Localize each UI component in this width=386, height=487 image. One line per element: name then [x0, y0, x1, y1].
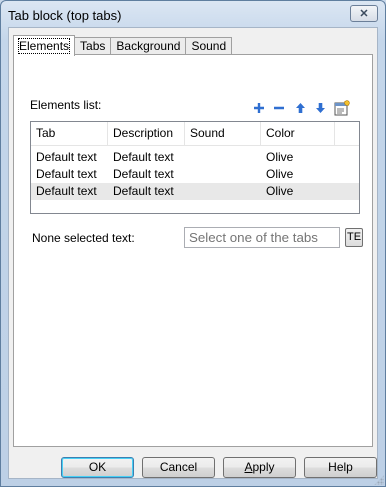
remove-icon[interactable] [272, 101, 286, 115]
cancel-button[interactable]: Cancel [142, 457, 215, 478]
add-icon[interactable] [252, 101, 266, 115]
cell-description: Default text [113, 167, 174, 181]
list-row[interactable]: Default text Default text Olive [31, 149, 359, 166]
none-selected-text-input[interactable] [184, 227, 340, 248]
cell-tab: Default text [36, 184, 97, 198]
cell-color: Olive [266, 167, 294, 181]
tab-elements[interactable]: Elements [13, 35, 76, 56]
tab-elements-label: Elements [17, 38, 71, 54]
close-icon: ✕ [359, 8, 369, 20]
list-row[interactable]: Default text Default text Olive [31, 166, 359, 183]
cell-sound [185, 149, 261, 166]
column-header-sound[interactable]: Sound [185, 122, 261, 145]
apply-button[interactable]: Apply [223, 457, 296, 478]
elements-list-label: Elements list: [30, 98, 102, 112]
column-header-description[interactable]: Description [108, 122, 185, 145]
close-button[interactable]: ✕ [350, 5, 378, 22]
properties-icon[interactable] [333, 99, 351, 116]
cell-color: Olive [266, 184, 294, 198]
elements-tab-panel: Elements list: Tab Description Sound Col… [13, 54, 373, 447]
tab-sound-label: Sound [191, 39, 227, 53]
tab-sound[interactable]: Sound [185, 37, 233, 55]
elements-list[interactable]: Tab Description Sound Color Default text… [30, 121, 360, 214]
none-selected-label: None selected text: [32, 231, 135, 245]
cell-tab: Default text [36, 150, 97, 164]
column-header-tab[interactable]: Tab [31, 122, 108, 145]
column-header-color[interactable]: Color [261, 122, 335, 145]
tab-background[interactable]: Background [110, 37, 187, 55]
cell-tab: Default text [36, 167, 97, 181]
list-row-selected[interactable]: Default text Default text Olive [31, 183, 359, 200]
tab-tabs-label: Tabs [80, 39, 106, 53]
dialog-window: Tab block (top tabs) ✕ Elements Tabs Bac… [0, 0, 386, 487]
tab-strip: Elements Tabs Background Sound [13, 35, 233, 56]
list-header: Tab Description Sound Color [31, 122, 359, 146]
cell-sound [185, 166, 261, 183]
cell-description: Default text [113, 150, 174, 164]
move-up-icon[interactable] [293, 101, 307, 115]
cell-description: Default text [113, 184, 174, 198]
tab-tabs[interactable]: Tabs [74, 37, 112, 55]
help-button[interactable]: Help [304, 457, 377, 478]
move-down-icon[interactable] [313, 101, 327, 115]
tab-background-label: Background [116, 39, 181, 53]
window-title: Tab block (top tabs) [8, 8, 122, 23]
cell-color: Olive [266, 150, 294, 164]
ok-button[interactable]: OK [61, 457, 134, 478]
text-editor-button[interactable]: TE [345, 228, 363, 247]
dialog-client: Elements Tabs Background Sound Elements … [8, 27, 378, 479]
cell-sound [185, 183, 261, 200]
